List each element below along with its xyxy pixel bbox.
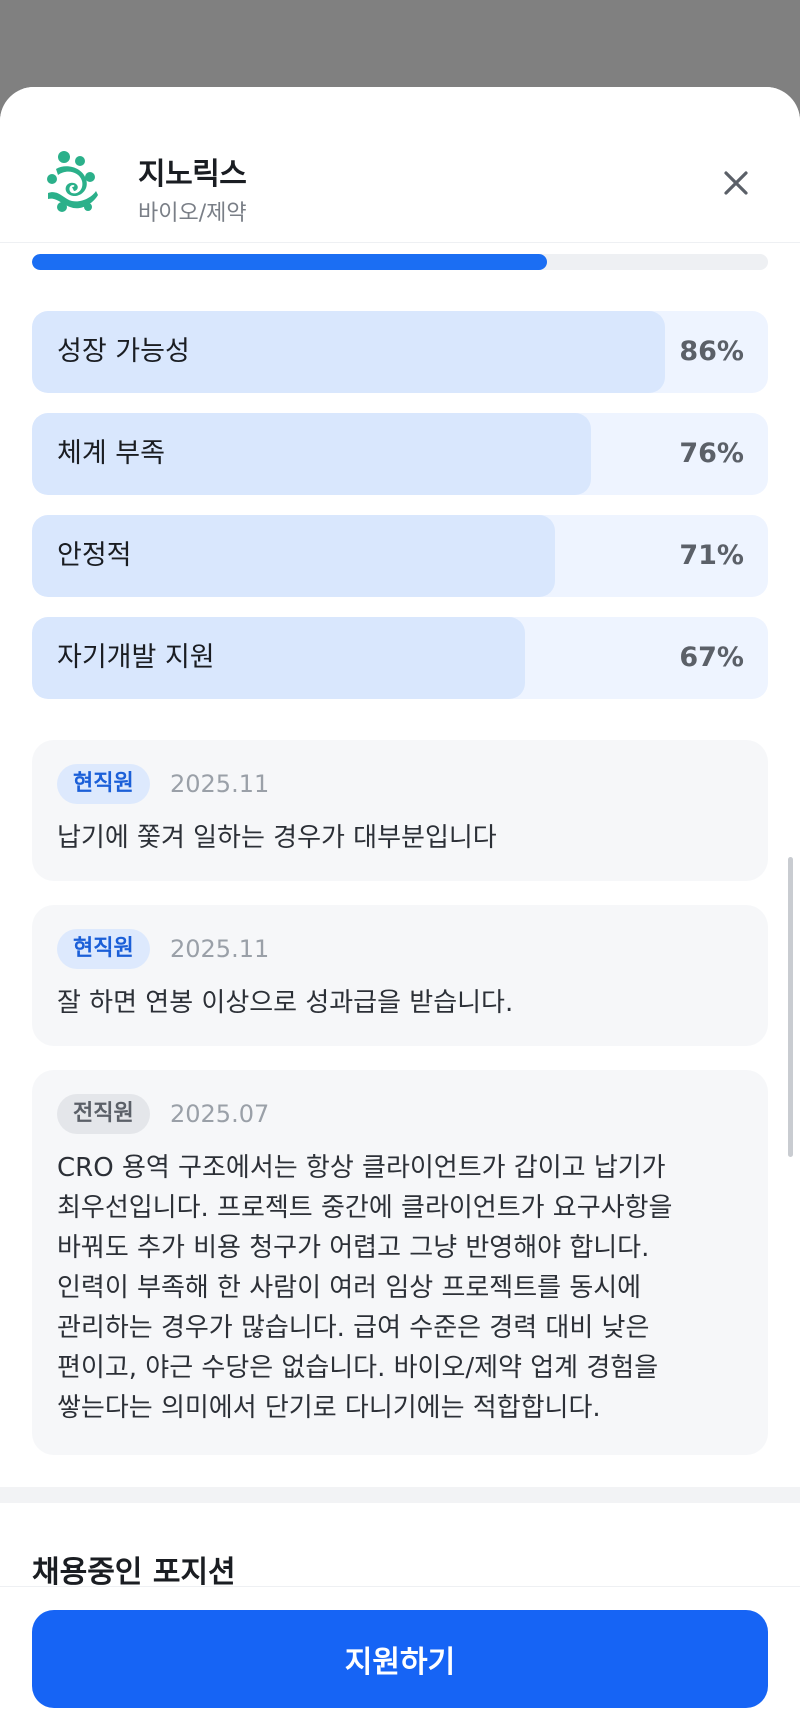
rating-label: 자기개발 지원 <box>57 642 215 673</box>
employee-status-badge: 전직원 <box>57 1094 150 1134</box>
rating-label: 안정적 <box>57 540 132 571</box>
review-text: 납기에 쫓겨 일하는 경우가 대부분입니다 <box>57 818 743 858</box>
review-text: CRO 용역 구조에서는 항상 클라이언트가 갑이고 납기가 최우선입니다. 프… <box>57 1148 743 1428</box>
review-text-line: 최우선입니다. 프로젝트 중간에 클라이언트가 요구사항을 <box>57 1193 673 1223</box>
review-date: 2025.11 <box>170 935 270 963</box>
rating-label: 성장 가능성 <box>57 336 190 367</box>
review-text-line: 편이고, 야근 수당은 없습니다. 바이오/제약 업계 경험을 <box>57 1353 659 1383</box>
employee-status-badge: 현직원 <box>57 764 150 804</box>
review-card: 현직원 2025.11 잘 하면 연봉 이상으로 성과급을 받습니다. <box>32 905 768 1046</box>
section-divider <box>0 1487 800 1503</box>
rating-percent: 76% <box>679 438 744 469</box>
review-text-line: 인력이 부족해 한 사람이 여러 임상 프로젝트를 동시에 <box>57 1273 642 1303</box>
review-card: 전직원 2025.07 CRO 용역 구조에서는 항상 클라이언트가 갑이고 납… <box>32 1070 768 1455</box>
rating-row: 성장 가능성 86% <box>32 311 768 393</box>
footer-bar: 지원하기 <box>0 1586 800 1735</box>
open-positions-title: 채용중인 포지션 <box>32 1555 236 1590</box>
review-date: 2025.11 <box>170 770 270 798</box>
company-logo <box>47 151 98 212</box>
review-card: 현직원 2025.11 납기에 쫓겨 일하는 경우가 대부분입니다 <box>32 740 768 881</box>
bottom-sheet: 지노릭스 바이오/제약 성장 가능성 86% 체계 부족 76% 안정적 71%… <box>0 87 800 1735</box>
rating-row: 체계 부족 76% <box>32 413 768 495</box>
review-text-line: 납기에 쫓겨 일하는 경우가 대부분입니다 <box>57 823 497 853</box>
review-text-line: CRO 용역 구조에서는 항상 클라이언트가 갑이고 납기가 <box>57 1153 666 1183</box>
review-text-line: 바꿔도 추가 비용 청구가 어렵고 그냥 반영해야 합니다. <box>57 1233 650 1263</box>
sheet-header: 지노릭스 바이오/제약 <box>0 87 800 243</box>
rating-row: 안정적 71% <box>32 515 768 597</box>
rating-row: 자기개발 지원 67% <box>32 617 768 699</box>
progress-fill <box>32 254 548 270</box>
progress-track <box>32 254 768 270</box>
rating-percent: 86% <box>679 336 744 367</box>
scrollbar[interactable] <box>788 857 793 1157</box>
review-text: 잘 하면 연봉 이상으로 성과급을 받습니다. <box>57 983 743 1023</box>
employee-status-badge: 현직원 <box>57 929 150 969</box>
company-name: 지노릭스 <box>138 157 247 192</box>
rating-percent: 71% <box>679 540 744 571</box>
close-icon[interactable] <box>716 163 756 203</box>
review-text-line: 잘 하면 연봉 이상으로 성과급을 받습니다. <box>57 988 514 1018</box>
review-text-line: 관리하는 경우가 많습니다. 급여 수준은 경력 대비 낮은 <box>57 1313 650 1343</box>
rating-label: 체계 부족 <box>57 438 165 469</box>
apply-button[interactable]: 지원하기 <box>32 1610 768 1708</box>
company-category: 바이오/제약 <box>138 201 247 226</box>
review-date: 2025.07 <box>170 1100 270 1128</box>
review-text-line: 쌓는다는 의미에서 단기로 다니기에는 적합합니다. <box>57 1393 601 1423</box>
rating-percent: 67% <box>679 642 744 673</box>
